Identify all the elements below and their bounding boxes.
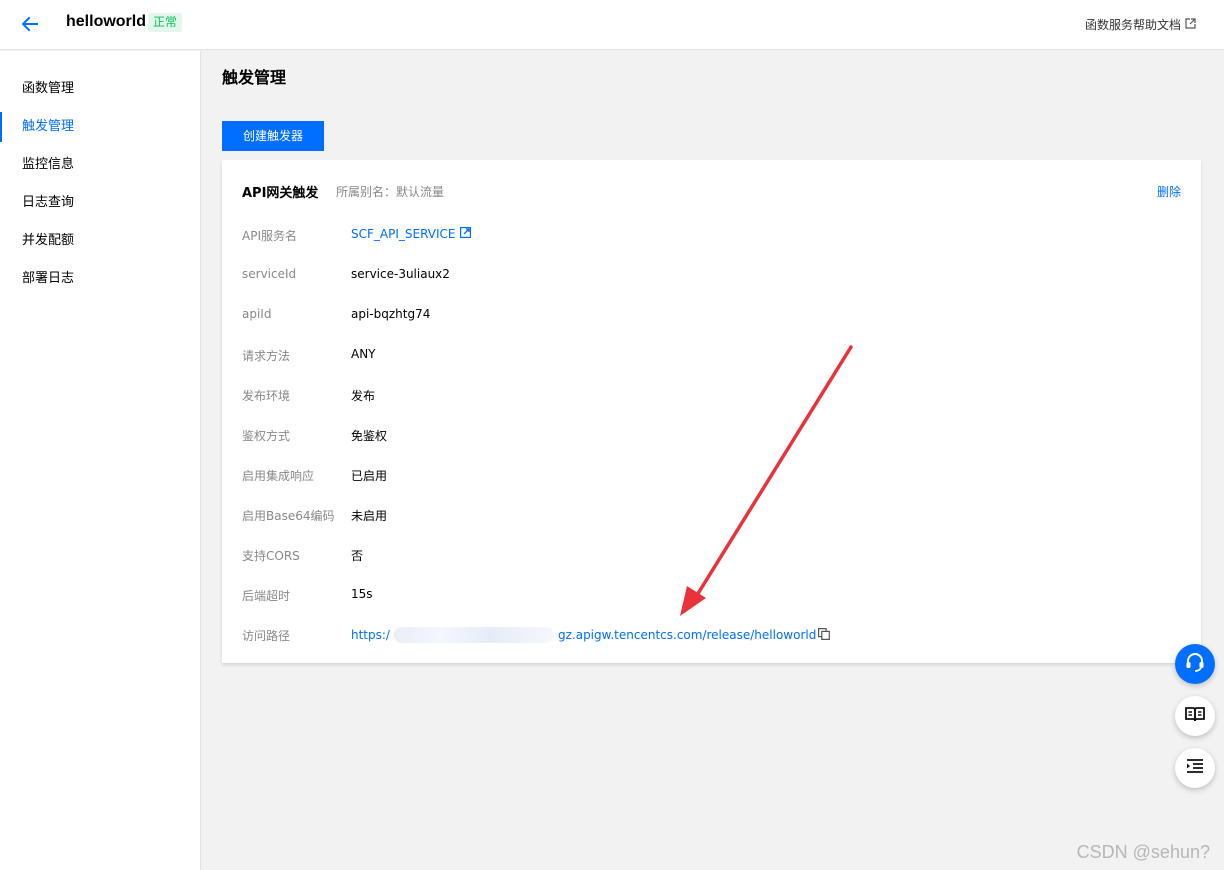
detail-row: 启用集成响应 已启用: [242, 467, 1182, 487]
api-service-name: SCF_API_SERVICE: [351, 227, 456, 241]
detail-row: API服务名 SCF_API_SERVICE: [242, 227, 1182, 247]
sidebar-item-trigger-management[interactable]: 触发管理: [0, 108, 200, 146]
api-service-link[interactable]: SCF_API_SERVICE: [351, 227, 472, 241]
outline-button[interactable]: [1175, 748, 1215, 788]
docs-button[interactable]: [1175, 696, 1215, 736]
help-doc-link[interactable]: 函数服务帮助文档: [1085, 16, 1196, 33]
external-link-icon: [460, 227, 472, 241]
access-path-suffix: gz.apigw.tencentcs.com/release/helloworl…: [557, 628, 817, 642]
detail-label: 启用Base64编码: [242, 509, 335, 523]
trigger-card-alias: 所属别名：默认流量: [336, 185, 445, 199]
top-bar: helloworld 正常 函数服务帮助文档: [0, 0, 1224, 50]
access-path-link[interactable]: https:/ gz.apigw.tencentcs.com/release/h…: [351, 627, 831, 643]
detail-label: 启用集成响应: [242, 469, 315, 483]
detail-label: 访问路径: [242, 629, 291, 643]
access-path-prefix: https:/: [351, 628, 390, 642]
external-link-icon: [1185, 17, 1196, 32]
detail-value: api-bqzhtg74: [351, 307, 431, 321]
trigger-card-title: API网关触发: [242, 186, 319, 201]
create-trigger-button[interactable]: 创建触发器: [222, 121, 324, 151]
back-arrow-icon[interactable]: [20, 14, 40, 34]
sidebar-item-monitoring[interactable]: 监控信息: [0, 146, 200, 184]
detail-label: 鉴权方式: [242, 429, 291, 443]
detail-value: 未启用: [351, 509, 388, 523]
detail-row: apiId api-bqzhtg74: [242, 307, 1182, 327]
detail-row: 后端超时 15s: [242, 587, 1182, 607]
page-title: 触发管理: [222, 68, 287, 87]
detail-label: API服务名: [242, 229, 297, 243]
detail-value: 发布: [351, 389, 376, 403]
help-doc-label: 函数服务帮助文档: [1084, 18, 1181, 32]
sidebar: 函数管理 触发管理 监控信息 日志查询 并发配额 部署日志: [0, 51, 201, 870]
sidebar-item-concurrency[interactable]: 并发配额: [0, 222, 200, 260]
detail-value: service-3uliaux2: [351, 267, 450, 281]
detail-value: 15s: [351, 587, 373, 601]
sidebar-item-logs[interactable]: 日志查询: [0, 184, 200, 222]
detail-value: 免鉴权: [351, 429, 388, 443]
redacted-host-mask: [393, 627, 554, 643]
detail-row: 请求方法 ANY: [242, 347, 1182, 367]
customer-service-button[interactable]: [1175, 644, 1215, 684]
detail-label: 后端超时: [242, 589, 291, 603]
detail-row: 启用Base64编码 未启用: [242, 507, 1182, 527]
detail-row: 发布环境 发布: [242, 387, 1182, 407]
detail-row: 访问路径 https:/ gz.apigw.tencentcs.com/rele…: [242, 627, 1182, 647]
sidebar-item-function-management[interactable]: 函数管理: [0, 70, 200, 108]
copy-icon[interactable]: [818, 627, 831, 643]
detail-label: serviceId: [242, 267, 297, 281]
detail-value: ANY: [351, 347, 376, 361]
detail-label: apiId: [242, 307, 272, 321]
status-badge: 正常: [148, 13, 183, 32]
detail-label: 请求方法: [242, 349, 291, 363]
detail-label: 发布环境: [242, 389, 291, 403]
list-icon: [1184, 755, 1206, 781]
detail-row: 支持CORS 否: [242, 547, 1182, 567]
app-title: helloworld: [66, 13, 146, 30]
headset-icon: [1184, 651, 1206, 677]
trigger-card: API网关触发 所属别名：默认流量 删除 API服务名 SCF_API_SERV…: [222, 160, 1201, 663]
detail-value: 否: [351, 549, 364, 563]
sidebar-item-deploy-logs[interactable]: 部署日志: [0, 260, 200, 298]
detail-label: 支持CORS: [242, 549, 300, 563]
detail-value: 已启用: [351, 469, 388, 483]
watermark: CSDN @sehun?: [1076, 842, 1210, 862]
detail-row: 鉴权方式 免鉴权: [242, 427, 1182, 447]
detail-row: serviceId service-3uliaux2: [242, 267, 1182, 287]
delete-trigger-button[interactable]: 删除: [1157, 183, 1181, 200]
book-icon: [1184, 703, 1206, 729]
